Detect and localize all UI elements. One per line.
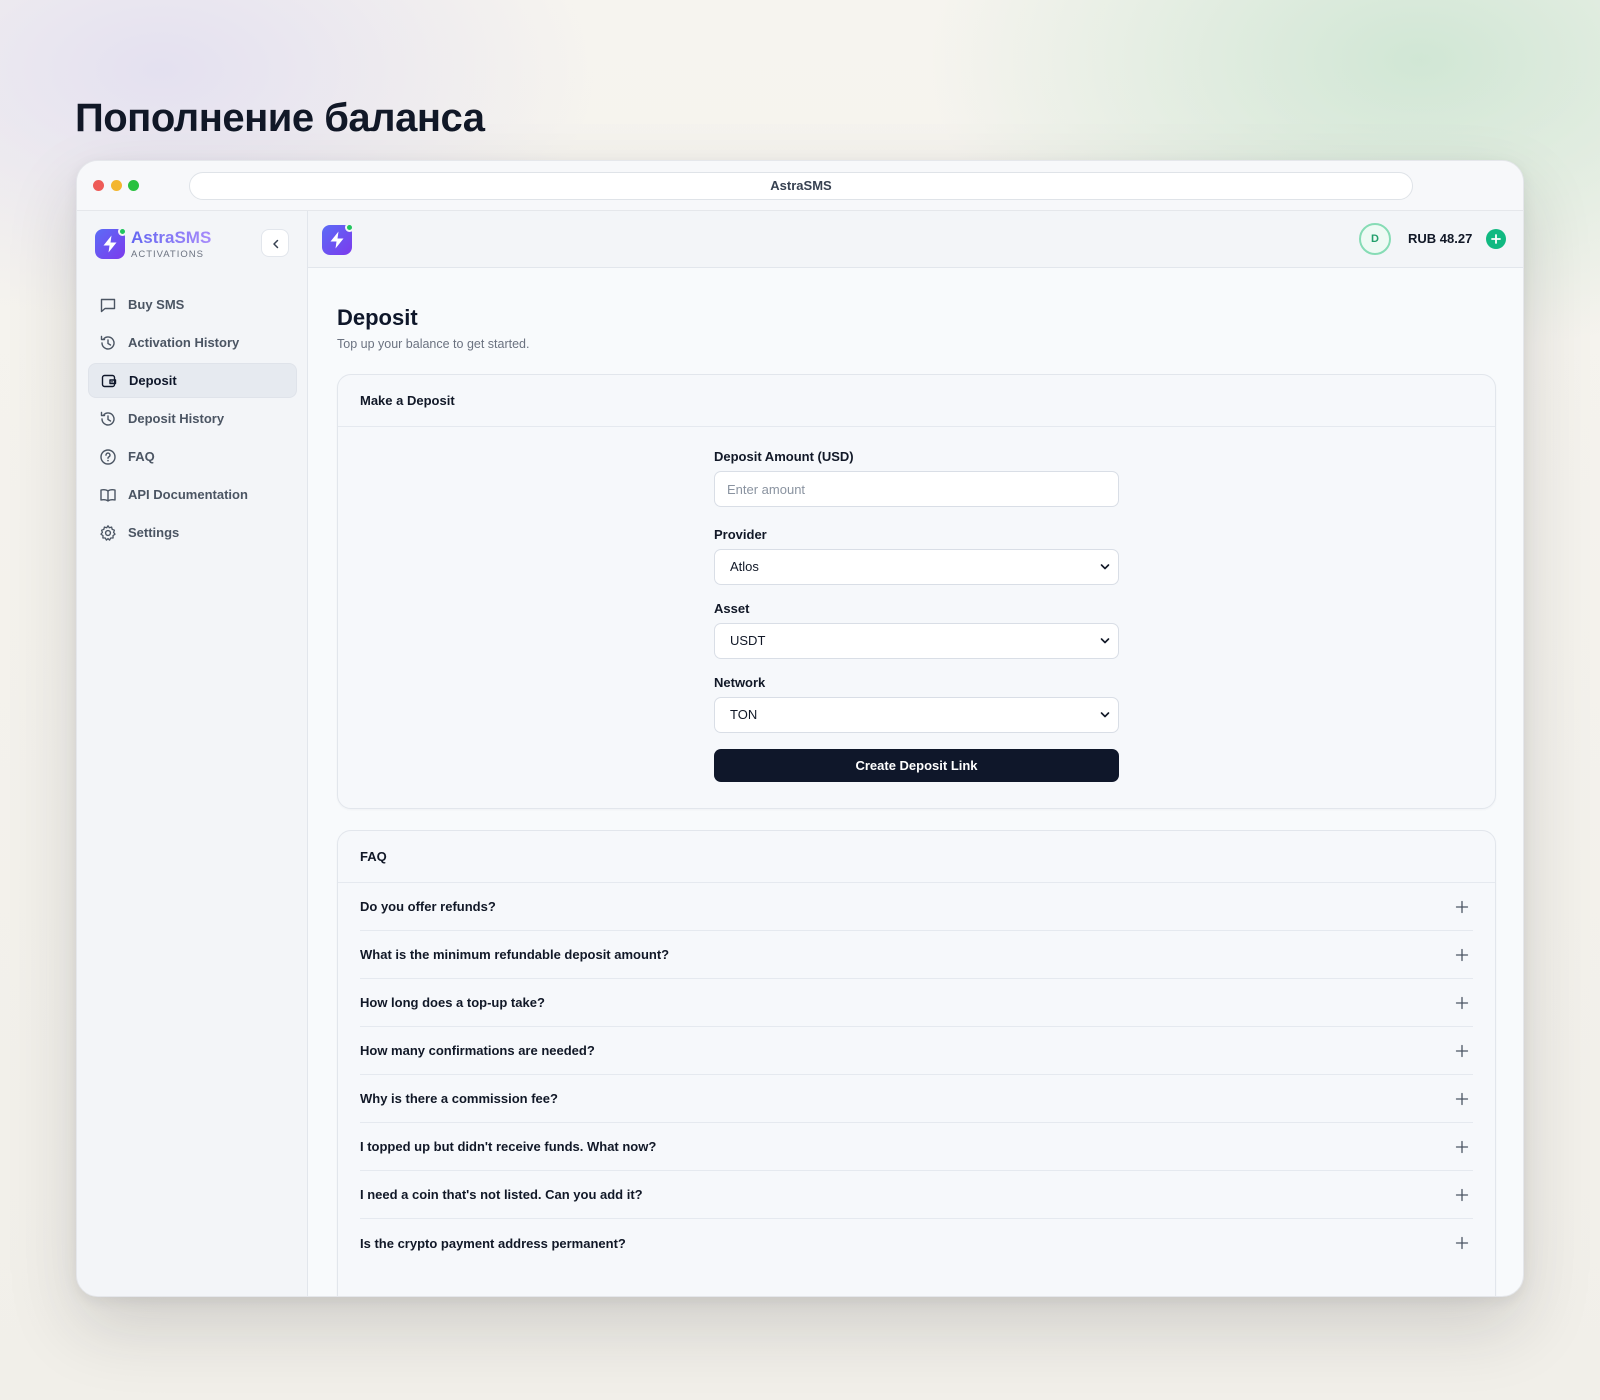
plus-icon bbox=[1455, 1188, 1469, 1201]
asset-label: Asset bbox=[714, 601, 750, 616]
chevron-down-icon bbox=[1100, 638, 1110, 644]
main-content: Deposit Top up your balance to get start… bbox=[308, 268, 1523, 1296]
faq-item[interactable]: How long does a top-up take? bbox=[360, 979, 1473, 1027]
brand-logo[interactable] bbox=[95, 227, 127, 259]
provider-select[interactable]: Atlos bbox=[714, 549, 1119, 585]
online-indicator bbox=[345, 223, 354, 232]
page-title: Deposit bbox=[337, 305, 418, 330]
sidebar-item-deposit[interactable]: Deposit bbox=[88, 363, 297, 398]
deposit-card-title: Make a Deposit bbox=[338, 375, 1495, 427]
window-titlebar: AstraSMS bbox=[77, 161, 1523, 211]
sidebar-nav: Buy SMS Activation History Deposit Depos… bbox=[88, 287, 297, 553]
faq-item[interactable]: How many confirmations are needed? bbox=[360, 1027, 1473, 1075]
help-circle-icon bbox=[99, 448, 117, 466]
amount-label: Deposit Amount (USD) bbox=[714, 449, 854, 464]
asset-select[interactable]: USDT bbox=[714, 623, 1119, 659]
network-value: TON bbox=[730, 707, 758, 722]
faq-question: I topped up but didn't receive funds. Wh… bbox=[360, 1139, 657, 1154]
page-heading: Пополнение баланса bbox=[75, 96, 485, 140]
deposit-amount-input[interactable] bbox=[714, 471, 1119, 507]
close-window-dot[interactable] bbox=[93, 180, 104, 191]
lightning-icon bbox=[330, 231, 344, 249]
faq-question: How long does a top-up take? bbox=[360, 995, 545, 1010]
faq-card: FAQ Do you offer refunds? What is the mi… bbox=[337, 830, 1496, 1296]
address-bar[interactable]: AstraSMS bbox=[189, 172, 1413, 200]
faq-item[interactable]: What is the minimum refundable deposit a… bbox=[360, 931, 1473, 979]
create-deposit-link-button[interactable]: Create Deposit Link bbox=[714, 749, 1119, 782]
maximize-window-dot[interactable] bbox=[128, 180, 139, 191]
sidebar-item-buy-sms[interactable]: Buy SMS bbox=[88, 287, 297, 322]
sidebar-item-faq[interactable]: FAQ bbox=[88, 439, 297, 474]
chevron-left-icon bbox=[273, 239, 279, 249]
chevron-down-icon bbox=[1100, 712, 1110, 718]
sidebar-item-label: Deposit History bbox=[128, 411, 225, 426]
faq-question: Is the crypto payment address permanent? bbox=[360, 1235, 626, 1251]
brand-name: AstraSMS bbox=[131, 228, 212, 247]
sidebar-item-settings[interactable]: Settings bbox=[88, 515, 297, 550]
balance-display: RUB 48.27 bbox=[1408, 231, 1473, 246]
faq-card-title: FAQ bbox=[338, 831, 1495, 883]
gear-icon bbox=[99, 524, 117, 542]
brand-subtitle: ACTIVATIONS bbox=[131, 249, 204, 260]
add-funds-button[interactable] bbox=[1486, 229, 1506, 249]
wallet-icon bbox=[100, 372, 118, 390]
app-logo-button[interactable] bbox=[322, 223, 354, 255]
network-select[interactable]: TON bbox=[714, 697, 1119, 733]
sidebar-item-label: FAQ bbox=[128, 449, 155, 464]
faq-question: How many confirmations are needed? bbox=[360, 1043, 595, 1058]
faq-question: Why is there a commission fee? bbox=[360, 1091, 558, 1106]
plus-icon bbox=[1455, 948, 1469, 961]
plus-icon bbox=[1455, 1140, 1469, 1153]
book-open-icon bbox=[99, 486, 117, 504]
faq-item[interactable]: I need a coin that's not listed. Can you… bbox=[360, 1171, 1473, 1219]
faq-item[interactable]: Why is there a commission fee? bbox=[360, 1075, 1473, 1123]
asset-value: USDT bbox=[730, 633, 766, 648]
faq-question: What is the minimum refundable deposit a… bbox=[360, 947, 670, 962]
deposit-card: Make a Deposit Deposit Amount (USD) Prov… bbox=[337, 374, 1496, 809]
top-bar: D RUB 48.27 bbox=[308, 211, 1523, 268]
sidebar-item-label: Activation History bbox=[128, 335, 240, 350]
faq-item[interactable]: I topped up but didn't receive funds. Wh… bbox=[360, 1123, 1473, 1171]
page-subtitle: Top up your balance to get started. bbox=[337, 337, 530, 351]
sidebar: AstraSMS ACTIVATIONS Buy SMS Activation … bbox=[77, 211, 308, 1296]
network-label: Network bbox=[714, 675, 766, 690]
history-icon bbox=[99, 334, 117, 352]
plus-icon bbox=[1455, 1236, 1469, 1250]
browser-window: AstraSMS AstraSMS ACTIVATIONS Buy SMS Ac… bbox=[76, 160, 1524, 1297]
plus-icon bbox=[1455, 1092, 1469, 1105]
sidebar-item-activation-history[interactable]: Activation History bbox=[88, 325, 297, 360]
faq-question: I need a coin that's not listed. Can you… bbox=[360, 1187, 643, 1202]
provider-value: Atlos bbox=[730, 559, 759, 574]
plus-icon bbox=[1455, 996, 1469, 1009]
history-icon bbox=[99, 410, 117, 428]
collapse-sidebar-button[interactable] bbox=[261, 229, 289, 257]
message-square-icon bbox=[99, 296, 117, 314]
provider-label: Provider bbox=[714, 527, 767, 542]
sidebar-item-label: API Documentation bbox=[128, 487, 248, 502]
sidebar-item-label: Deposit bbox=[129, 373, 177, 388]
plus-icon bbox=[1455, 1044, 1469, 1057]
faq-question: Do you offer refunds? bbox=[360, 899, 496, 914]
online-indicator bbox=[118, 227, 127, 236]
chevron-down-icon bbox=[1100, 564, 1110, 570]
minimize-window-dot[interactable] bbox=[111, 180, 122, 191]
sidebar-item-label: Buy SMS bbox=[128, 297, 185, 312]
faq-item[interactable]: Do you offer refunds? bbox=[360, 883, 1473, 931]
plus-icon bbox=[1455, 900, 1469, 913]
faq-item[interactable]: Is the crypto payment address permanent? bbox=[360, 1219, 1473, 1267]
lightning-icon bbox=[103, 235, 117, 253]
sidebar-item-label: Settings bbox=[128, 525, 180, 540]
deposit-form: Deposit Amount (USD) Provider Atlos Asse… bbox=[714, 449, 1119, 782]
sidebar-item-deposit-history[interactable]: Deposit History bbox=[88, 401, 297, 436]
sidebar-item-api-documentation[interactable]: API Documentation bbox=[88, 477, 297, 512]
user-avatar[interactable]: D bbox=[1359, 223, 1391, 255]
faq-list: Do you offer refunds? What is the minimu… bbox=[360, 883, 1473, 1267]
plus-icon bbox=[1491, 234, 1501, 244]
